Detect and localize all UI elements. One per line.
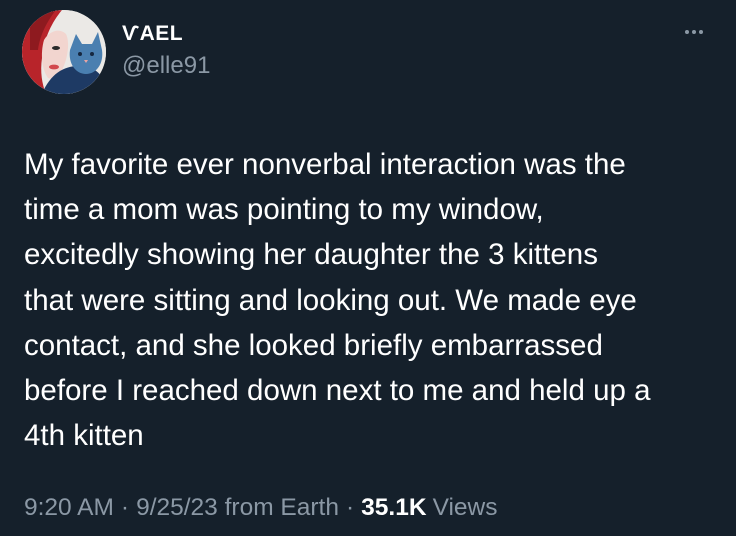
tweet-source: from Earth: [224, 494, 339, 521]
avatar[interactable]: [22, 10, 106, 94]
meta-separator: ·: [120, 494, 130, 521]
views-label[interactable]: Views: [427, 494, 498, 521]
ellipsis-icon: [699, 30, 703, 34]
ellipsis-icon: [692, 30, 696, 34]
author-name-row[interactable]: ѴAEL: [122, 22, 183, 46]
tweet-time[interactable]: 9:20 AM: [24, 494, 114, 521]
more-options-button[interactable]: [676, 22, 712, 42]
author-display-name[interactable]: ѴAEL: [122, 22, 183, 46]
tweet-text: My favorite ever nonverbal interaction w…: [24, 148, 651, 453]
ellipsis-icon: [685, 30, 689, 34]
author-handle[interactable]: @elle91: [122, 52, 210, 80]
views-count[interactable]: 35.1K: [361, 494, 426, 521]
tweet-meta: 9:20 AM · 9/25/23 from Earth · 35.1K Views: [24, 494, 497, 522]
tweet-date[interactable]: 9/25/23: [136, 494, 218, 521]
meta-separator: ·: [346, 494, 355, 521]
tweet-card: ѴAEL @elle91 My favorite ever nonverbal …: [0, 0, 736, 536]
avatar-illustration: [22, 10, 106, 94]
